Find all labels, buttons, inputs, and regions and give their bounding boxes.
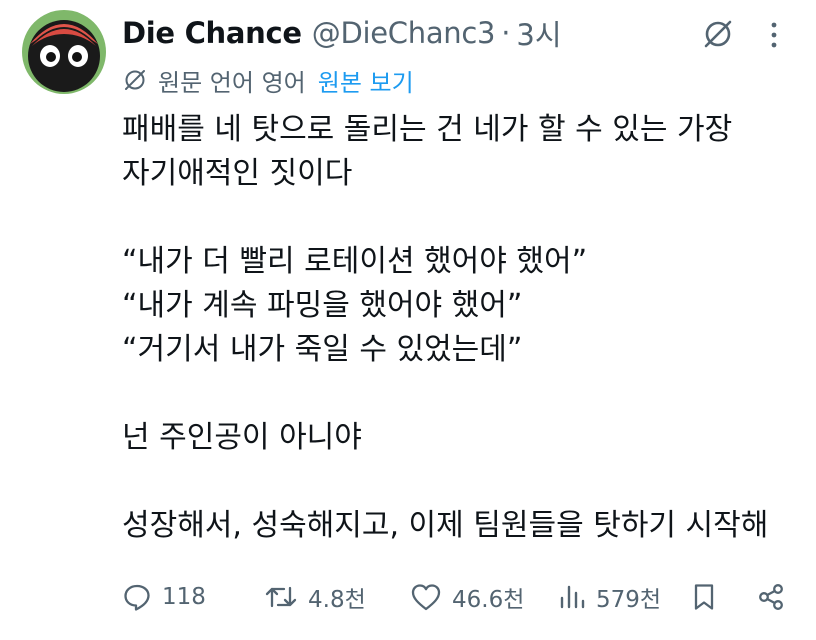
like-icon xyxy=(411,584,441,611)
repost-icon xyxy=(265,586,297,608)
tweet-line: 성장해서, 성숙해지고, 이제 팀원들을 탓하기 시작해 xyxy=(122,508,769,543)
tweet-line: “거기서 내가 죽일 수 있었는데” xyxy=(122,332,523,367)
tweet-line xyxy=(122,196,802,240)
tweet-line: 자기애적인 짓이다 xyxy=(122,156,353,191)
globe-icon xyxy=(125,70,145,90)
action-bar: 118 4.8천 46.6천 579천 xyxy=(118,574,798,620)
tweet-line: “내가 계속 파밍을 했어야 했어” xyxy=(122,288,523,323)
more-options-icon[interactable] xyxy=(762,18,786,52)
reply-button[interactable]: 118 xyxy=(122,574,206,620)
tweet-text: 패배를 네 탓으로 돌리는 건 네가 할 수 있는 가장 자기애적인 짓이다 “… xyxy=(122,108,802,548)
share-button[interactable] xyxy=(756,574,796,620)
views-count: 579천 xyxy=(596,587,662,613)
repost-count: 4.8천 xyxy=(308,587,366,613)
bookmark-button[interactable] xyxy=(690,574,728,620)
tweet-timestamp[interactable]: 3시 xyxy=(516,12,561,54)
like-button[interactable]: 46.6천 xyxy=(410,574,524,620)
grok-icon[interactable] xyxy=(700,16,736,52)
repost-button[interactable]: 4.8천 xyxy=(264,574,366,620)
tweet-line: “내가 더 빨리 로테이션 했어야 했어” xyxy=(122,244,588,279)
views-button[interactable]: 579천 xyxy=(558,574,661,620)
author-handle[interactable]: @DieChanc3 xyxy=(312,16,496,50)
translation-row: 원문 언어 영어 원본 보기 xyxy=(122,62,414,98)
separator-dot: · xyxy=(501,16,511,50)
translation-note: 원문 언어 영어 xyxy=(158,68,306,97)
tweet-header: Die Chance @DieChanc3 · 3시 xyxy=(122,12,562,54)
tweet-line: 패배를 네 탓으로 돌리는 건 네가 할 수 있는 가장 xyxy=(122,112,733,147)
tweet-line: 넌 주인공이 아니야 xyxy=(122,420,362,455)
reply-count: 118 xyxy=(162,584,206,610)
show-original-link[interactable]: 원본 보기 xyxy=(318,63,414,98)
like-count: 46.6천 xyxy=(452,587,525,613)
reply-icon xyxy=(124,584,150,611)
tweet-line xyxy=(122,460,802,504)
share-icon xyxy=(759,584,783,610)
tweet-line xyxy=(122,372,802,416)
author-display-name[interactable]: Die Chance xyxy=(122,16,302,50)
bookmark-icon xyxy=(694,584,714,610)
avatar[interactable] xyxy=(22,10,106,94)
views-icon xyxy=(560,585,585,609)
